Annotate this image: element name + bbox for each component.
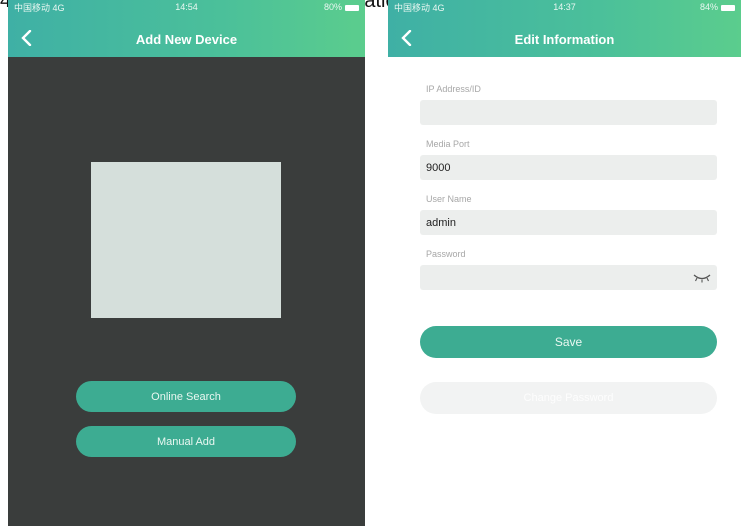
- change-password-button[interactable]: Change Password: [420, 382, 717, 414]
- eye-closed-icon[interactable]: [693, 271, 711, 283]
- battery-indicator: 84%: [621, 2, 736, 12]
- user-name-label: User Name: [426, 194, 472, 204]
- battery-percent: 84%: [700, 2, 719, 12]
- password-input[interactable]: [420, 265, 717, 290]
- ip-address-input[interactable]: [420, 100, 717, 125]
- manual-add-button[interactable]: Manual Add: [76, 426, 296, 457]
- carrier-text: 中国移动 4G: [394, 2, 445, 13]
- save-button[interactable]: Save: [420, 326, 717, 358]
- header-bar: 中国移动 4G 14:54 80% Add New Device: [8, 0, 365, 57]
- qr-scan-area: [91, 162, 281, 318]
- ip-address-label: IP Address/ID: [426, 84, 481, 94]
- online-search-button[interactable]: Online Search: [76, 381, 296, 412]
- edit-information-screen: 中国移动 4G 14:37 84% Edit Information IP Ad…: [388, 0, 741, 526]
- status-bar: 中国移动 4G 14:37 84%: [388, 0, 741, 14]
- status-bar: 中国移动 4G 14:54 80%: [8, 0, 365, 14]
- battery-icon: [345, 4, 359, 11]
- media-port-label: Media Port: [426, 139, 470, 149]
- user-name-input[interactable]: admin: [420, 210, 717, 235]
- add-device-screen: 中国移动 4G 14:54 80% Add New Device Online …: [8, 0, 365, 526]
- carrier-text: 中国移动 4G: [14, 2, 65, 13]
- media-port-input[interactable]: 9000: [420, 155, 717, 180]
- page-title: Edit Information: [514, 32, 615, 47]
- page-title: Add New Device: [135, 32, 238, 47]
- password-label: Password: [426, 249, 466, 259]
- header-bar: 中国移动 4G 14:37 84% Edit Information: [388, 0, 741, 57]
- battery-percent: 80%: [323, 2, 342, 12]
- battery-indicator: 80%: [244, 2, 359, 12]
- battery-icon: [721, 4, 736, 11]
- clock-text: 14:37: [553, 2, 576, 12]
- clock-text: 14:54: [175, 2, 198, 12]
